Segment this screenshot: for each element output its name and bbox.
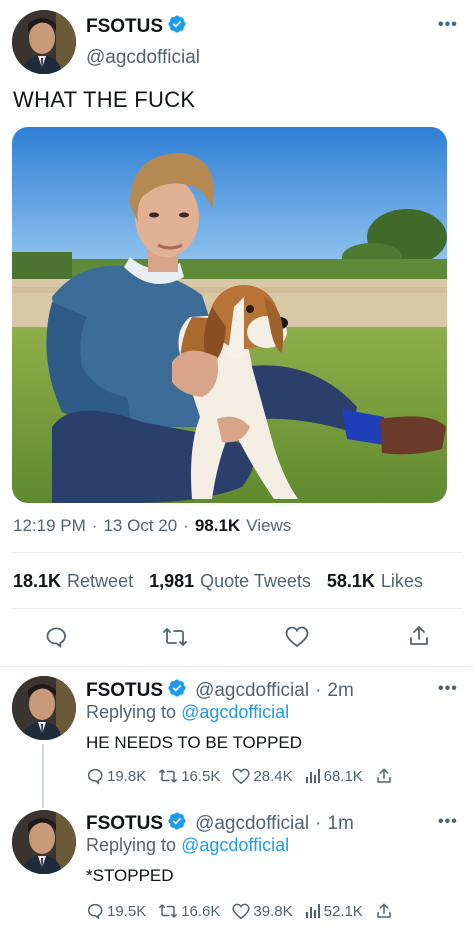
- avatar-image: [12, 10, 76, 74]
- author-avatar[interactable]: [12, 10, 76, 74]
- view-count: 52.1K: [323, 902, 363, 920]
- tweet-stats: 18.1K Retweet 1,981 Quote Tweets 58.1K L…: [13, 571, 423, 592]
- avatar-image: [12, 676, 76, 740]
- meta-separator: ·: [315, 812, 322, 834]
- reply-text: *STOPPED: [86, 866, 174, 885]
- replying-to: Replying to @agcdofficial: [86, 702, 289, 723]
- reply-handle[interactable]: @agcdofficial: [195, 680, 309, 702]
- quotes-label: Quote Tweets: [200, 571, 311, 591]
- tweet-date[interactable]: 13 Oct 20: [103, 516, 177, 536]
- verified-badge-icon: [167, 678, 187, 703]
- reply-time[interactable]: 1m: [327, 813, 353, 835]
- meta-separator: ·: [91, 516, 98, 535]
- reply-count: 19.5K: [107, 902, 147, 920]
- share-icon[interactable]: [407, 624, 431, 648]
- tweet-text: WHAT THE FUCK: [13, 87, 196, 112]
- share-button[interactable]: [375, 767, 393, 785]
- divider: [12, 608, 462, 609]
- like-heart-icon: [232, 768, 251, 784]
- quotes-stat[interactable]: 1,981 Quote Tweets: [149, 571, 311, 592]
- share-icon: [377, 768, 391, 783]
- tweet-time[interactable]: 12:19 PM: [13, 516, 86, 536]
- more-options-icon[interactable]: •••: [438, 16, 458, 34]
- replying-to: Replying to @agcdofficial: [86, 835, 289, 856]
- like-count-button[interactable]: 28.4K: [232, 767, 293, 785]
- reply-metrics: 19.8K 16.5K 28.4K 68.1K: [86, 767, 416, 785]
- replying-to-link[interactable]: @agcdofficial: [181, 835, 289, 855]
- retweets-count: 18.1K: [13, 571, 62, 591]
- views-label: Views: [246, 516, 292, 535]
- reply-time[interactable]: 2m: [327, 680, 353, 702]
- tweet-meta: 12:19 PM · 13 Oct 20 · 98.1K Views: [13, 516, 291, 536]
- likes-count: 58.1K: [326, 571, 375, 591]
- views-count-button[interactable]: 52.1K: [305, 902, 363, 920]
- replying-prefix: Replying to: [86, 835, 177, 855]
- reply-avatar[interactable]: [12, 676, 76, 740]
- share-button[interactable]: [375, 902, 393, 920]
- retweet-count: 16.6K: [181, 902, 221, 920]
- verified-badge-icon: [167, 14, 187, 39]
- like-heart-icon: [232, 903, 251, 919]
- divider: [12, 552, 462, 553]
- retweet-icon: [159, 769, 178, 783]
- more-options-icon[interactable]: •••: [438, 813, 458, 831]
- likes-label: Likes: [380, 571, 423, 591]
- reply-metrics: 19.5K 16.6K 39.8K 52.1K: [86, 902, 416, 920]
- thread-line: [42, 744, 44, 808]
- reply-count: 19.8K: [107, 767, 147, 785]
- share-icon: [377, 903, 391, 918]
- retweet-icon[interactable]: [162, 625, 188, 649]
- more-options-icon[interactable]: •••: [438, 680, 458, 698]
- photo-man-with-beagle: [12, 127, 447, 503]
- reply-icon: [87, 768, 103, 785]
- retweet-icon: [159, 904, 178, 918]
- reply-count-button[interactable]: 19.8K: [86, 767, 146, 785]
- quotes-count: 1,981: [149, 571, 195, 591]
- verified-badge-icon: [167, 811, 187, 836]
- replying-prefix: Replying to: [86, 702, 177, 722]
- views-count: 98.1K: [194, 516, 241, 535]
- tweet-photo[interactable]: [12, 127, 447, 503]
- likes-stat[interactable]: 58.1K Likes: [327, 571, 423, 592]
- retweet-count: 16.5K: [181, 767, 221, 785]
- meta-separator: ·: [183, 516, 189, 535]
- like-heart-icon[interactable]: [285, 626, 309, 648]
- reply-text: HE NEEDS TO BE TOPPED: [86, 733, 303, 752]
- like-count: 28.4K: [253, 767, 293, 785]
- retweets-stat[interactable]: 18.1K Retweet: [13, 571, 133, 592]
- author-display-name[interactable]: FSOTUS: [86, 16, 163, 38]
- meta-separator: ·: [315, 679, 322, 701]
- like-count: 39.8K: [253, 902, 293, 920]
- like-count-button[interactable]: 39.8K: [232, 902, 293, 920]
- reply-avatar[interactable]: [12, 810, 76, 874]
- reply-handle[interactable]: @agcdofficial: [195, 813, 309, 835]
- analytics-bar-icon: [305, 769, 320, 783]
- reply-icon: [87, 903, 103, 920]
- analytics-bar-icon: [305, 904, 320, 918]
- reply-count-button[interactable]: 19.5K: [86, 902, 146, 920]
- reply-display-name[interactable]: FSOTUS: [86, 680, 163, 702]
- replying-to-link[interactable]: @agcdofficial: [181, 702, 289, 722]
- view-count: 68.1K: [323, 767, 363, 785]
- divider: [0, 666, 474, 667]
- author-handle[interactable]: @agcdofficial: [86, 47, 200, 69]
- avatar-image: [12, 810, 76, 874]
- reply-icon[interactable]: [44, 625, 68, 649]
- reply-display-name[interactable]: FSOTUS: [86, 813, 163, 835]
- retweet-count-button[interactable]: 16.6K: [158, 902, 220, 920]
- views-count-button[interactable]: 68.1K: [305, 767, 363, 785]
- retweets-label: Retweet: [67, 571, 134, 591]
- retweet-count-button[interactable]: 16.5K: [158, 767, 220, 785]
